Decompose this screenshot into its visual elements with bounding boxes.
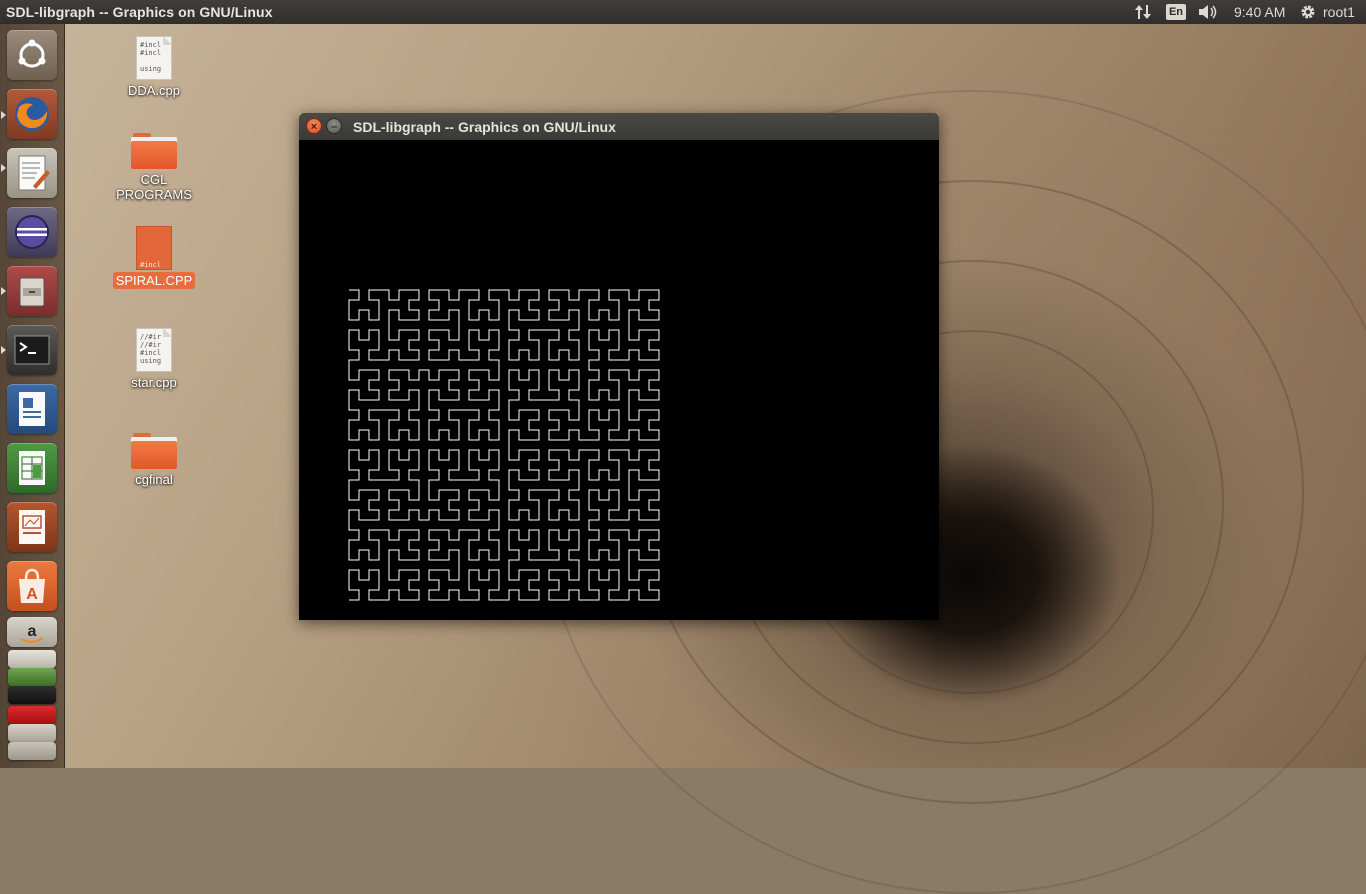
desktop-icon-label: cgfinal (135, 472, 173, 487)
file-preview: //#ir //#ir #incl using (140, 333, 162, 365)
running-indicator (1, 111, 6, 119)
cpp-file-icon: //#ir //#ir #incl using (136, 328, 172, 372)
launcher-overflow-stack[interactable] (8, 706, 56, 724)
network-updown-icon[interactable] (1133, 3, 1153, 21)
clock[interactable]: 9:40 AM (1234, 3, 1285, 21)
desktop-folder-cgl-programs[interactable]: CGL PROGRAMS (99, 133, 209, 204)
running-indicator (1, 287, 6, 295)
launcher-overflow-stack[interactable] (8, 724, 56, 742)
desktop-icon-label: CGL PROGRAMS (116, 172, 192, 202)
top-panel: SDL-libgraph -- Graphics on GNU/Linux En… (0, 0, 1366, 24)
volume-icon[interactable] (1197, 3, 1219, 21)
window-titlebar[interactable]: × – SDL-libgraph -- Graphics on GNU/Linu… (299, 113, 939, 140)
ubuntu-dash-icon[interactable] (7, 30, 57, 80)
launcher: A a (0, 24, 65, 768)
folder-icon (131, 433, 177, 469)
launcher-overflow-stack[interactable] (8, 742, 56, 760)
launcher-overflow-stack[interactable] (8, 668, 56, 686)
files-icon[interactable] (7, 266, 57, 316)
firefox-icon[interactable] (7, 89, 57, 139)
running-indicator (1, 164, 6, 172)
launcher-overflow-stack[interactable] (8, 686, 56, 704)
desktop-folder-cgfinal[interactable]: cgfinal (99, 433, 209, 489)
amazon-icon[interactable]: a (7, 617, 57, 647)
calc-icon[interactable] (7, 443, 57, 493)
hilbert-curve-drawing (348, 289, 660, 601)
desktop-file-star-cpp[interactable]: //#ir //#ir #incl using star.cpp (99, 328, 209, 392)
desktop-icon-label: DDA.cpp (127, 83, 181, 98)
impress-icon[interactable] (7, 502, 57, 552)
window-title: SDL-libgraph -- Graphics on GNU/Linux (353, 119, 616, 135)
svg-text:A: A (26, 586, 38, 603)
cpp-file-icon: #incl #incl using (136, 36, 172, 80)
minimize-icon[interactable]: – (326, 118, 342, 134)
launcher-overflow-stack[interactable] (8, 650, 56, 668)
user-menu[interactable]: root1 (1323, 3, 1355, 21)
desktop-file-spiral-cpp[interactable]: #incl SPIRAL.CPP (99, 226, 209, 290)
text-editor-icon[interactable] (7, 148, 57, 198)
active-window-title: SDL-libgraph -- Graphics on GNU/Linux (6, 4, 273, 20)
writer-icon[interactable] (7, 384, 57, 434)
close-icon[interactable]: × (306, 118, 322, 134)
file-preview: #incl (140, 261, 162, 269)
folder-icon (131, 133, 177, 169)
file-preview: #incl #incl using (140, 41, 162, 73)
software-center-icon[interactable]: A (7, 561, 57, 611)
desktop-icon-label: star.cpp (131, 375, 177, 390)
keyboard-language-indicator[interactable]: En (1166, 4, 1186, 20)
sdl-graphics-window: × – SDL-libgraph -- Graphics on GNU/Linu… (299, 113, 939, 620)
hilbert-curve-path (348, 289, 660, 601)
cpp-file-icon: #incl (136, 226, 172, 270)
gear-icon[interactable] (1299, 3, 1317, 21)
running-indicator (1, 346, 6, 354)
eclipse-icon[interactable] (7, 207, 57, 257)
desktop-file-dda-cpp[interactable]: #incl #incl using DDA.cpp (99, 36, 209, 100)
graphics-canvas[interactable] (299, 140, 939, 620)
terminal-icon[interactable] (7, 325, 57, 375)
svg-text:a: a (28, 623, 37, 640)
